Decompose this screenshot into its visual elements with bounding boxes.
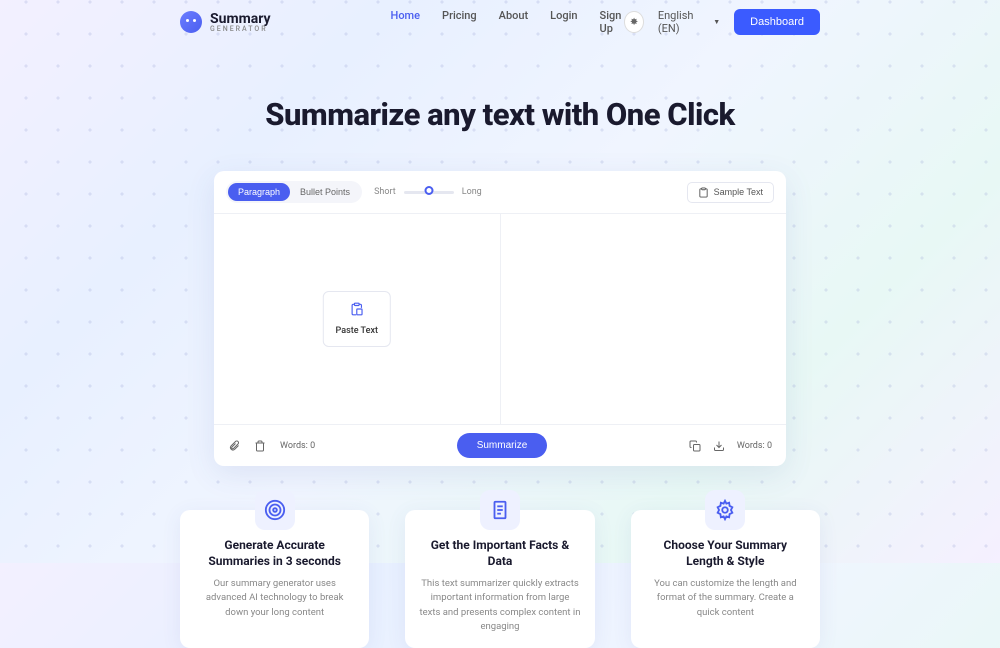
- nav-about[interactable]: About: [499, 9, 529, 35]
- target-icon: [255, 490, 295, 530]
- feature-title: Generate Accurate Summaries in 3 seconds: [194, 538, 355, 569]
- language-select[interactable]: English (EN) ▼: [658, 9, 720, 35]
- logo-icon: [180, 11, 202, 33]
- length-slider[interactable]: [404, 191, 454, 194]
- hero-title: Summarize any text with One Click: [0, 96, 1000, 133]
- length-short-label: Short: [374, 187, 396, 197]
- summarize-button[interactable]: Summarize: [457, 433, 548, 458]
- length-control: Short Long: [374, 187, 482, 197]
- feature-accuracy: Generate Accurate Summaries in 3 seconds…: [180, 510, 369, 648]
- logo-subtitle: GENERATOR: [210, 26, 271, 33]
- mode-paragraph[interactable]: Paragraph: [228, 183, 290, 201]
- feature-customize: Choose Your Summary Length & Style You c…: [631, 510, 820, 648]
- feature-desc: This text summarizer quickly extracts im…: [419, 577, 580, 634]
- nav-signup[interactable]: Sign Up: [600, 9, 625, 35]
- logo-title: Summary: [210, 12, 271, 26]
- mode-bullet[interactable]: Bullet Points: [290, 183, 360, 201]
- editor-toolbar-top: Paragraph Bullet Points Short Long Sampl…: [214, 171, 786, 214]
- sample-text-button[interactable]: Sample Text: [687, 182, 774, 203]
- feature-title: Choose Your Summary Length & Style: [645, 538, 806, 569]
- features-row: Generate Accurate Summaries in 3 seconds…: [0, 510, 1000, 648]
- paperclip-icon: [228, 440, 240, 452]
- editor-card: Paragraph Bullet Points Short Long Sampl…: [214, 171, 786, 466]
- slider-thumb[interactable]: [424, 186, 433, 195]
- download-button[interactable]: [713, 440, 725, 452]
- length-long-label: Long: [462, 187, 482, 197]
- nav-pricing[interactable]: Pricing: [442, 9, 477, 35]
- copy-icon: [689, 440, 701, 452]
- gear-icon: [705, 490, 745, 530]
- download-icon: [713, 440, 725, 452]
- feature-desc: Our summary generator uses advanced AI t…: [194, 577, 355, 620]
- nav-home[interactable]: Home: [391, 9, 421, 35]
- logo[interactable]: Summary GENERATOR: [180, 11, 271, 33]
- sun-icon: ✸: [630, 17, 638, 28]
- input-pane[interactable]: Paste Text: [214, 214, 501, 424]
- nav-links: Home Pricing About Login Sign Up: [391, 9, 625, 35]
- editor-toolbar-bottom: Words: 0 Summarize Words: 0: [214, 424, 786, 466]
- output-pane: [501, 214, 787, 424]
- clipboard-icon: [698, 187, 709, 198]
- nav-login[interactable]: Login: [550, 9, 577, 35]
- paste-text-button[interactable]: Paste Text: [323, 291, 391, 347]
- trash-icon: [254, 440, 266, 452]
- attach-button[interactable]: [228, 440, 240, 452]
- words-right: Words: 0: [737, 441, 772, 451]
- theme-toggle[interactable]: ✸: [624, 11, 644, 33]
- paste-icon: [350, 302, 364, 316]
- dashboard-button[interactable]: Dashboard: [734, 9, 820, 35]
- top-nav: Summary GENERATOR Home Pricing About Log…: [0, 0, 1000, 44]
- feature-title: Get the Important Facts & Data: [419, 538, 580, 569]
- document-icon: [480, 490, 520, 530]
- feature-desc: You can customize the length and format …: [645, 577, 806, 620]
- chevron-down-icon: ▼: [713, 18, 720, 26]
- copy-button[interactable]: [689, 440, 701, 452]
- mode-toggle: Paragraph Bullet Points: [226, 181, 362, 203]
- words-left: Words: 0: [280, 441, 315, 451]
- feature-facts: Get the Important Facts & Data This text…: [405, 510, 594, 648]
- delete-button[interactable]: [254, 440, 266, 452]
